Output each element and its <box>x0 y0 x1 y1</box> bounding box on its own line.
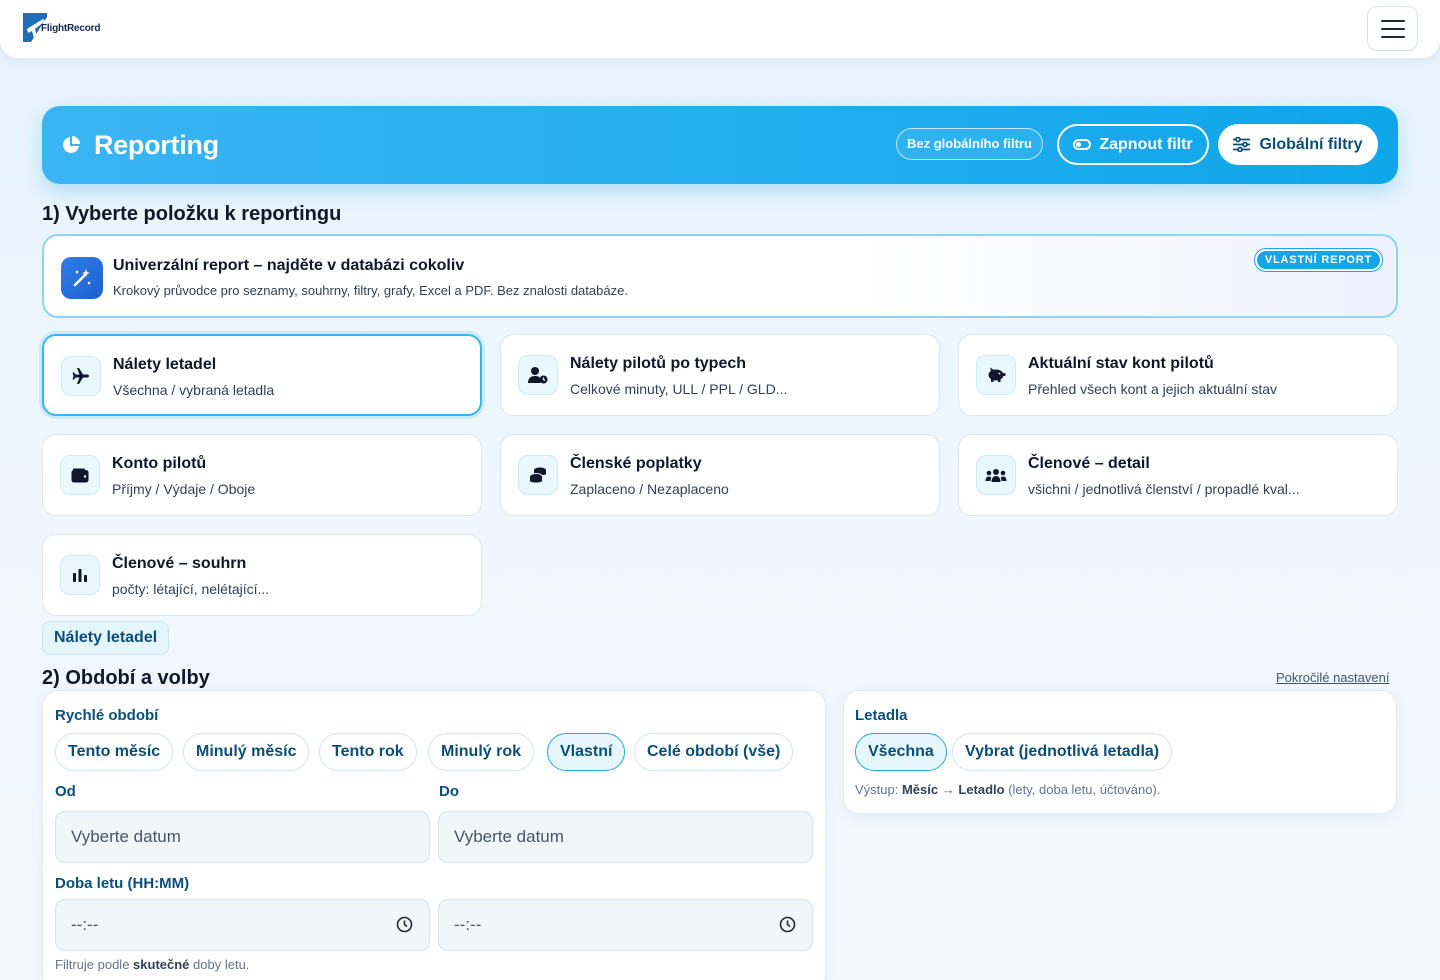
to-label: Do <box>439 783 459 800</box>
page-title: Reporting <box>94 130 219 160</box>
date-from-input[interactable]: Vyberte datum <box>55 811 430 863</box>
period-last-month[interactable]: Minulý měsíc <box>183 733 310 771</box>
top-bar: FlightRecord <box>0 0 1440 58</box>
step2-title: 2) Období a volby <box>42 667 210 689</box>
card-subtitle: Všechna / vybraná letadla <box>113 382 275 398</box>
report-card-membership-fees[interactable]: Členské poplatky Zaplaceno / Nezaplaceno <box>500 434 940 516</box>
duration-to-input[interactable]: --:-- <box>438 899 813 951</box>
app-logo[interactable]: FlightRecord <box>21 11 100 44</box>
duration-from-input[interactable]: --:-- <box>55 899 430 951</box>
report-card-members-summary[interactable]: Členové – souhrn počty: létající, neléta… <box>42 534 482 616</box>
universal-report-title: Univerzální report – najděte v databázi … <box>113 257 465 274</box>
toggle-filter-label: Zapnout filtr <box>1099 135 1193 153</box>
card-title: Aktuální stav kont pilotů <box>1028 355 1214 372</box>
global-filters-label: Globální filtry <box>1259 135 1363 153</box>
report-card-pilot-accounts-status[interactable]: Aktuální stav kont pilotů Přehled všech … <box>958 334 1398 416</box>
step1-title: 1) Vyberte položku k reportingu <box>42 203 342 225</box>
output-month: Měsíc <box>901 782 939 797</box>
aircraft-label: Letadla <box>855 707 908 724</box>
report-card-aircraft-flights[interactable]: Nálety letadel Všechna / vybraná letadla <box>42 334 482 416</box>
hint-bold: skutečné <box>133 957 190 972</box>
user-clock-icon <box>518 355 558 395</box>
selected-report-tag: Nálety letadel <box>42 621 170 655</box>
report-card-members-detail[interactable]: Členové – detail všichni / jednotlivá čl… <box>958 434 1398 516</box>
duration-from-value: --:-- <box>71 915 99 934</box>
card-title: Členské poplatky <box>570 455 702 472</box>
card-title: Nálety pilotů po typech <box>570 355 747 372</box>
duration-hint: Filtruje podle skutečné doby letu. <box>55 957 249 972</box>
wallet-icon <box>60 455 100 495</box>
menu-line <box>1380 27 1405 30</box>
output-arrow: → <box>938 782 959 797</box>
quick-period-label: Rychlé období <box>55 707 159 724</box>
date-to-input[interactable]: Vyberte datum <box>438 811 813 863</box>
report-card-pilot-account[interactable]: Konto pilotů Příjmy / Výdaje / Oboje <box>42 434 482 516</box>
reporting-header: Reporting Bez globálního filtru Zapnout … <box>42 106 1398 184</box>
output-prefix: Výstup: <box>855 782 902 797</box>
toggle-icon <box>1073 139 1092 150</box>
flight-duration-label: Doba letu (HH:MM) <box>55 875 190 892</box>
advanced-settings-link[interactable]: Pokročilé nastavení <box>1276 670 1389 685</box>
hint-prefix: Filtruje podle <box>55 957 134 972</box>
card-subtitle: Zaplaceno / Nezaplaceno <box>570 481 729 497</box>
period-this-month[interactable]: Tento měsíc <box>55 733 174 771</box>
card-subtitle: počty: létající, nelétající... <box>112 581 270 597</box>
pie-chart-icon <box>63 136 80 153</box>
from-label: Od <box>55 783 76 800</box>
clock-icon[interactable] <box>779 916 796 933</box>
airplane-icon <box>61 356 101 396</box>
aircraft-panel: Letadla Všechna Vybrat (jednotlivá letad… <box>843 690 1397 814</box>
card-subtitle: Příjmy / Výdaje / Oboje <box>112 481 256 497</box>
menu-line <box>1380 35 1405 38</box>
hamburger-menu-button[interactable] <box>1367 6 1418 51</box>
period-this-year[interactable]: Tento rok <box>319 733 417 771</box>
card-title: Členové – souhrn <box>112 555 247 572</box>
period-panel: Rychlé období Tento měsíc Minulý měsíc T… <box>42 690 826 980</box>
duration-to-value: --:-- <box>454 915 482 934</box>
output-suffix: (lety, doba letu, účtováno). <box>1004 782 1161 797</box>
piggy-bank-icon <box>976 355 1016 395</box>
card-title: Konto pilotů <box>112 455 207 472</box>
logo-text: FlightRecord <box>41 23 101 34</box>
card-subtitle: Přehled všech kont a jejich aktuální sta… <box>1028 381 1278 397</box>
universal-report-card[interactable]: Univerzální report – najděte v databázi … <box>42 234 1398 318</box>
aircraft-output-hint: Výstup: Měsíc → Letadlo (lety, doba letu… <box>855 782 1160 797</box>
magic-wand-icon <box>61 257 103 299</box>
aircraft-select-option[interactable]: Vybrat (jednotlivá letadla) <box>952 733 1173 771</box>
card-subtitle: všichni / jednotlivá členství / propadlé… <box>1028 481 1300 497</box>
period-custom[interactable]: Vlastní <box>547 733 626 771</box>
menu-line <box>1380 19 1405 22</box>
period-all-time[interactable]: Celé období (vše) <box>634 733 794 771</box>
toggle-filter-button[interactable]: Zapnout filtr <box>1057 124 1209 165</box>
no-global-filter-badge: Bez globálního filtru <box>896 128 1043 160</box>
card-subtitle: Celkové minuty, ULL / PPL / GLD... <box>570 381 788 397</box>
clock-icon[interactable] <box>396 916 413 933</box>
card-title: Členové – detail <box>1028 455 1150 472</box>
sliders-icon <box>1233 137 1251 152</box>
universal-report-subtitle: Krokový průvodce pro seznamy, souhrny, f… <box>113 283 628 298</box>
bar-chart-icon <box>60 555 100 595</box>
coins-icon <box>518 455 558 495</box>
report-card-pilot-flights-by-type[interactable]: Nálety pilotů po typech Celkové minuty, … <box>500 334 940 416</box>
card-title: Nálety letadel <box>113 356 217 373</box>
period-last-year[interactable]: Minulý rok <box>428 733 535 771</box>
hint-suffix: doby letu. <box>189 957 250 972</box>
aircraft-all-option[interactable]: Všechna <box>855 733 947 771</box>
people-group-icon <box>976 455 1016 495</box>
output-aircraft: Letadlo <box>958 782 1005 797</box>
global-filters-button[interactable]: Globální filtry <box>1218 124 1378 165</box>
custom-report-badge: VLASTNÍ REPORT <box>1254 249 1382 271</box>
